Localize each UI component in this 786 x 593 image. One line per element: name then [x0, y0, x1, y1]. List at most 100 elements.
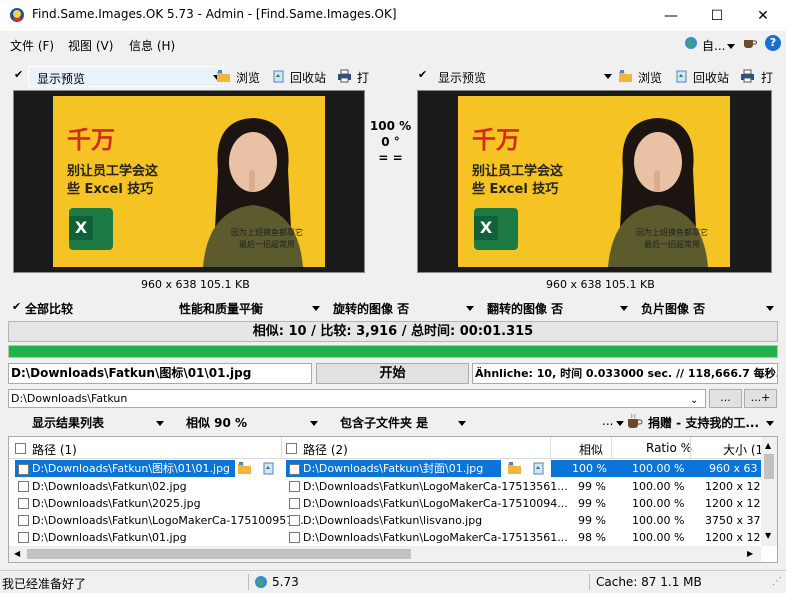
- chevron-down-icon[interactable]: [620, 306, 628, 311]
- header-ratio[interactable]: Ratio %: [646, 441, 692, 455]
- coffee-icon[interactable]: [742, 36, 758, 50]
- right-image-info: 960 x 638 105.1 KB: [546, 278, 655, 291]
- header-similar[interactable]: 相似: [579, 441, 603, 458]
- header-size[interactable]: 大小 (1: [723, 441, 763, 458]
- recycle-icon[interactable]: [272, 69, 285, 83]
- row-checkbox[interactable]: [289, 515, 300, 526]
- print-icon[interactable]: [337, 69, 352, 83]
- chevron-down-icon[interactable]: [156, 421, 164, 426]
- row-checkbox[interactable]: [18, 532, 29, 543]
- left-print-button[interactable]: 打: [357, 69, 369, 86]
- folder-icon[interactable]: [507, 461, 522, 475]
- horizontal-scrollbar[interactable]: ◀ ▶: [9, 546, 761, 562]
- folder-icon[interactable]: [216, 69, 231, 83]
- row-path2-cell[interactable]: D:\Downloads\Fatkun\封面\01.jpg: [286, 460, 501, 477]
- scroll-up-icon[interactable]: ▲: [765, 441, 771, 450]
- close-button[interactable]: ✕: [740, 0, 786, 31]
- balance-option[interactable]: 性能和质量平衡: [179, 300, 263, 317]
- menu-file[interactable]: 文件 (F): [10, 37, 54, 54]
- row-path1: D:\Downloads\Fatkun\01.jpg: [32, 531, 187, 544]
- row-checkbox[interactable]: [18, 481, 29, 492]
- row-checkbox[interactable]: [289, 498, 300, 509]
- flipped-option[interactable]: 翻转的图像 否: [487, 300, 563, 317]
- compare-angle: 0 °: [381, 135, 400, 149]
- maximize-button[interactable]: ☐: [694, 0, 740, 31]
- folder-path-input[interactable]: D:\Downloads\Fatkun ⌄: [8, 389, 706, 408]
- subfolders-select[interactable]: 包含子文件夹 是: [340, 414, 428, 431]
- more-menu[interactable]: ...: [602, 414, 613, 428]
- chevron-down-icon[interactable]: [312, 306, 320, 311]
- right-print-button[interactable]: 打: [761, 69, 773, 86]
- add-folder-button[interactable]: ...+: [744, 389, 777, 408]
- right-browse-button[interactable]: 浏览: [638, 69, 662, 86]
- menu-view[interactable]: 视图 (V): [68, 37, 113, 54]
- chevron-down-icon[interactable]: [458, 421, 466, 426]
- rotated-option[interactable]: 旋转的图像 否: [333, 300, 409, 317]
- start-button[interactable]: 开始: [316, 363, 469, 384]
- header-path2[interactable]: 路径 (2): [303, 441, 348, 458]
- table-row[interactable]: D:\Downloads\Fatkun\LogoMakerCa-17510095…: [9, 512, 768, 529]
- donate-button[interactable]: 捐赠 - 支持我的工...: [648, 414, 759, 431]
- chevron-down-icon[interactable]: [310, 421, 318, 426]
- table-row[interactable]: D:\Downloads\Fatkun\02.jpg D:\Downloads\…: [9, 478, 768, 495]
- row-similar: 98 %: [578, 531, 606, 544]
- help-icon[interactable]: ?: [765, 35, 781, 51]
- row-checkbox[interactable]: [289, 532, 300, 543]
- right-preview[interactable]: 千万 别让员工学会这 些 Excel 技巧 X 因为上班摸鱼都靠它 最后一招超常…: [417, 90, 772, 273]
- negative-option[interactable]: 负片图像 否: [641, 300, 705, 317]
- globe-icon: [255, 576, 267, 588]
- row-checkbox[interactable]: [18, 463, 29, 475]
- horizontal-scroll-thumb[interactable]: [27, 549, 411, 559]
- folder-icon[interactable]: [237, 461, 252, 475]
- row-checkbox[interactable]: [289, 481, 300, 492]
- excel-logo: X: [69, 208, 113, 250]
- recycle-icon[interactable]: [532, 461, 545, 475]
- minimize-button[interactable]: —: [648, 0, 694, 31]
- resize-grip-icon[interactable]: ⋰: [772, 576, 782, 587]
- select-all-checkbox-2[interactable]: [286, 443, 297, 454]
- language-select[interactable]: 自...: [702, 37, 725, 54]
- left-image-info: 960 x 638 105.1 KB: [141, 278, 250, 291]
- right-preview-select[interactable]: 显示预览: [432, 66, 614, 87]
- globe-icon[interactable]: [684, 36, 698, 50]
- recycle-icon[interactable]: [675, 69, 688, 83]
- similarity-select[interactable]: 相似 90 %: [186, 414, 247, 431]
- vertical-scroll-thumb[interactable]: [764, 454, 774, 479]
- compare-all-option[interactable]: 全部比较: [25, 300, 73, 317]
- print-icon[interactable]: [740, 69, 755, 83]
- browse-folder-button[interactable]: ...: [709, 389, 742, 408]
- left-browse-button[interactable]: 浏览: [236, 69, 260, 86]
- table-row[interactable]: D:\Downloads\Fatkun\2025.jpg D:\Download…: [9, 495, 768, 512]
- left-preview-select[interactable]: 显示预览: [28, 66, 224, 87]
- header-path1[interactable]: 路径 (1): [32, 441, 77, 458]
- chevron-down-icon[interactable]: ⌄: [690, 392, 698, 409]
- row-checkbox[interactable]: [18, 515, 29, 526]
- scroll-down-icon[interactable]: ▼: [765, 531, 771, 540]
- chevron-down-icon[interactable]: [616, 421, 624, 426]
- left-preview[interactable]: 千万 别让员工学会这 些 Excel 技巧 X 因为上班摸鱼都靠它 最后一招超常…: [13, 90, 365, 273]
- show-result-list[interactable]: 显示结果列表: [32, 414, 104, 431]
- table-row[interactable]: D:\Downloads\Fatkun\01.jpg D:\Downloads\…: [9, 529, 768, 546]
- scroll-right-icon[interactable]: ▶: [747, 549, 753, 558]
- chevron-down-icon[interactable]: [466, 306, 474, 311]
- scroll-left-icon[interactable]: ◀: [14, 549, 20, 558]
- row-checkbox[interactable]: [289, 463, 300, 475]
- select-all-checkbox-1[interactable]: [15, 443, 26, 454]
- right-recycle-button[interactable]: 回收站: [693, 69, 729, 86]
- table-row[interactable]: D:\Downloads\Fatkun\图标\01\01.jpg D:\Down…: [9, 460, 761, 477]
- row-path1-cell[interactable]: D:\Downloads\Fatkun\图标\01\01.jpg: [15, 460, 235, 477]
- chevron-down-icon[interactable]: [766, 421, 774, 426]
- menu-info[interactable]: 信息 (H): [129, 37, 175, 54]
- row-path2: D:\Downloads\Fatkun\lisvano.jpg: [303, 514, 483, 527]
- title-bar: Find.Same.Images.OK 5.73 - Admin - [Find…: [0, 0, 786, 31]
- recycle-icon[interactable]: [262, 461, 275, 475]
- column-divider: [550, 437, 551, 459]
- image-headline: 千万: [472, 126, 520, 154]
- chevron-down-icon[interactable]: [766, 306, 774, 311]
- vertical-scrollbar[interactable]: ▲ ▼: [761, 437, 777, 546]
- chevron-down-icon[interactable]: [727, 44, 735, 49]
- left-recycle-button[interactable]: 回收站: [290, 69, 326, 86]
- folder-icon[interactable]: [618, 69, 633, 83]
- column-divider: [611, 437, 612, 459]
- row-checkbox[interactable]: [18, 498, 29, 509]
